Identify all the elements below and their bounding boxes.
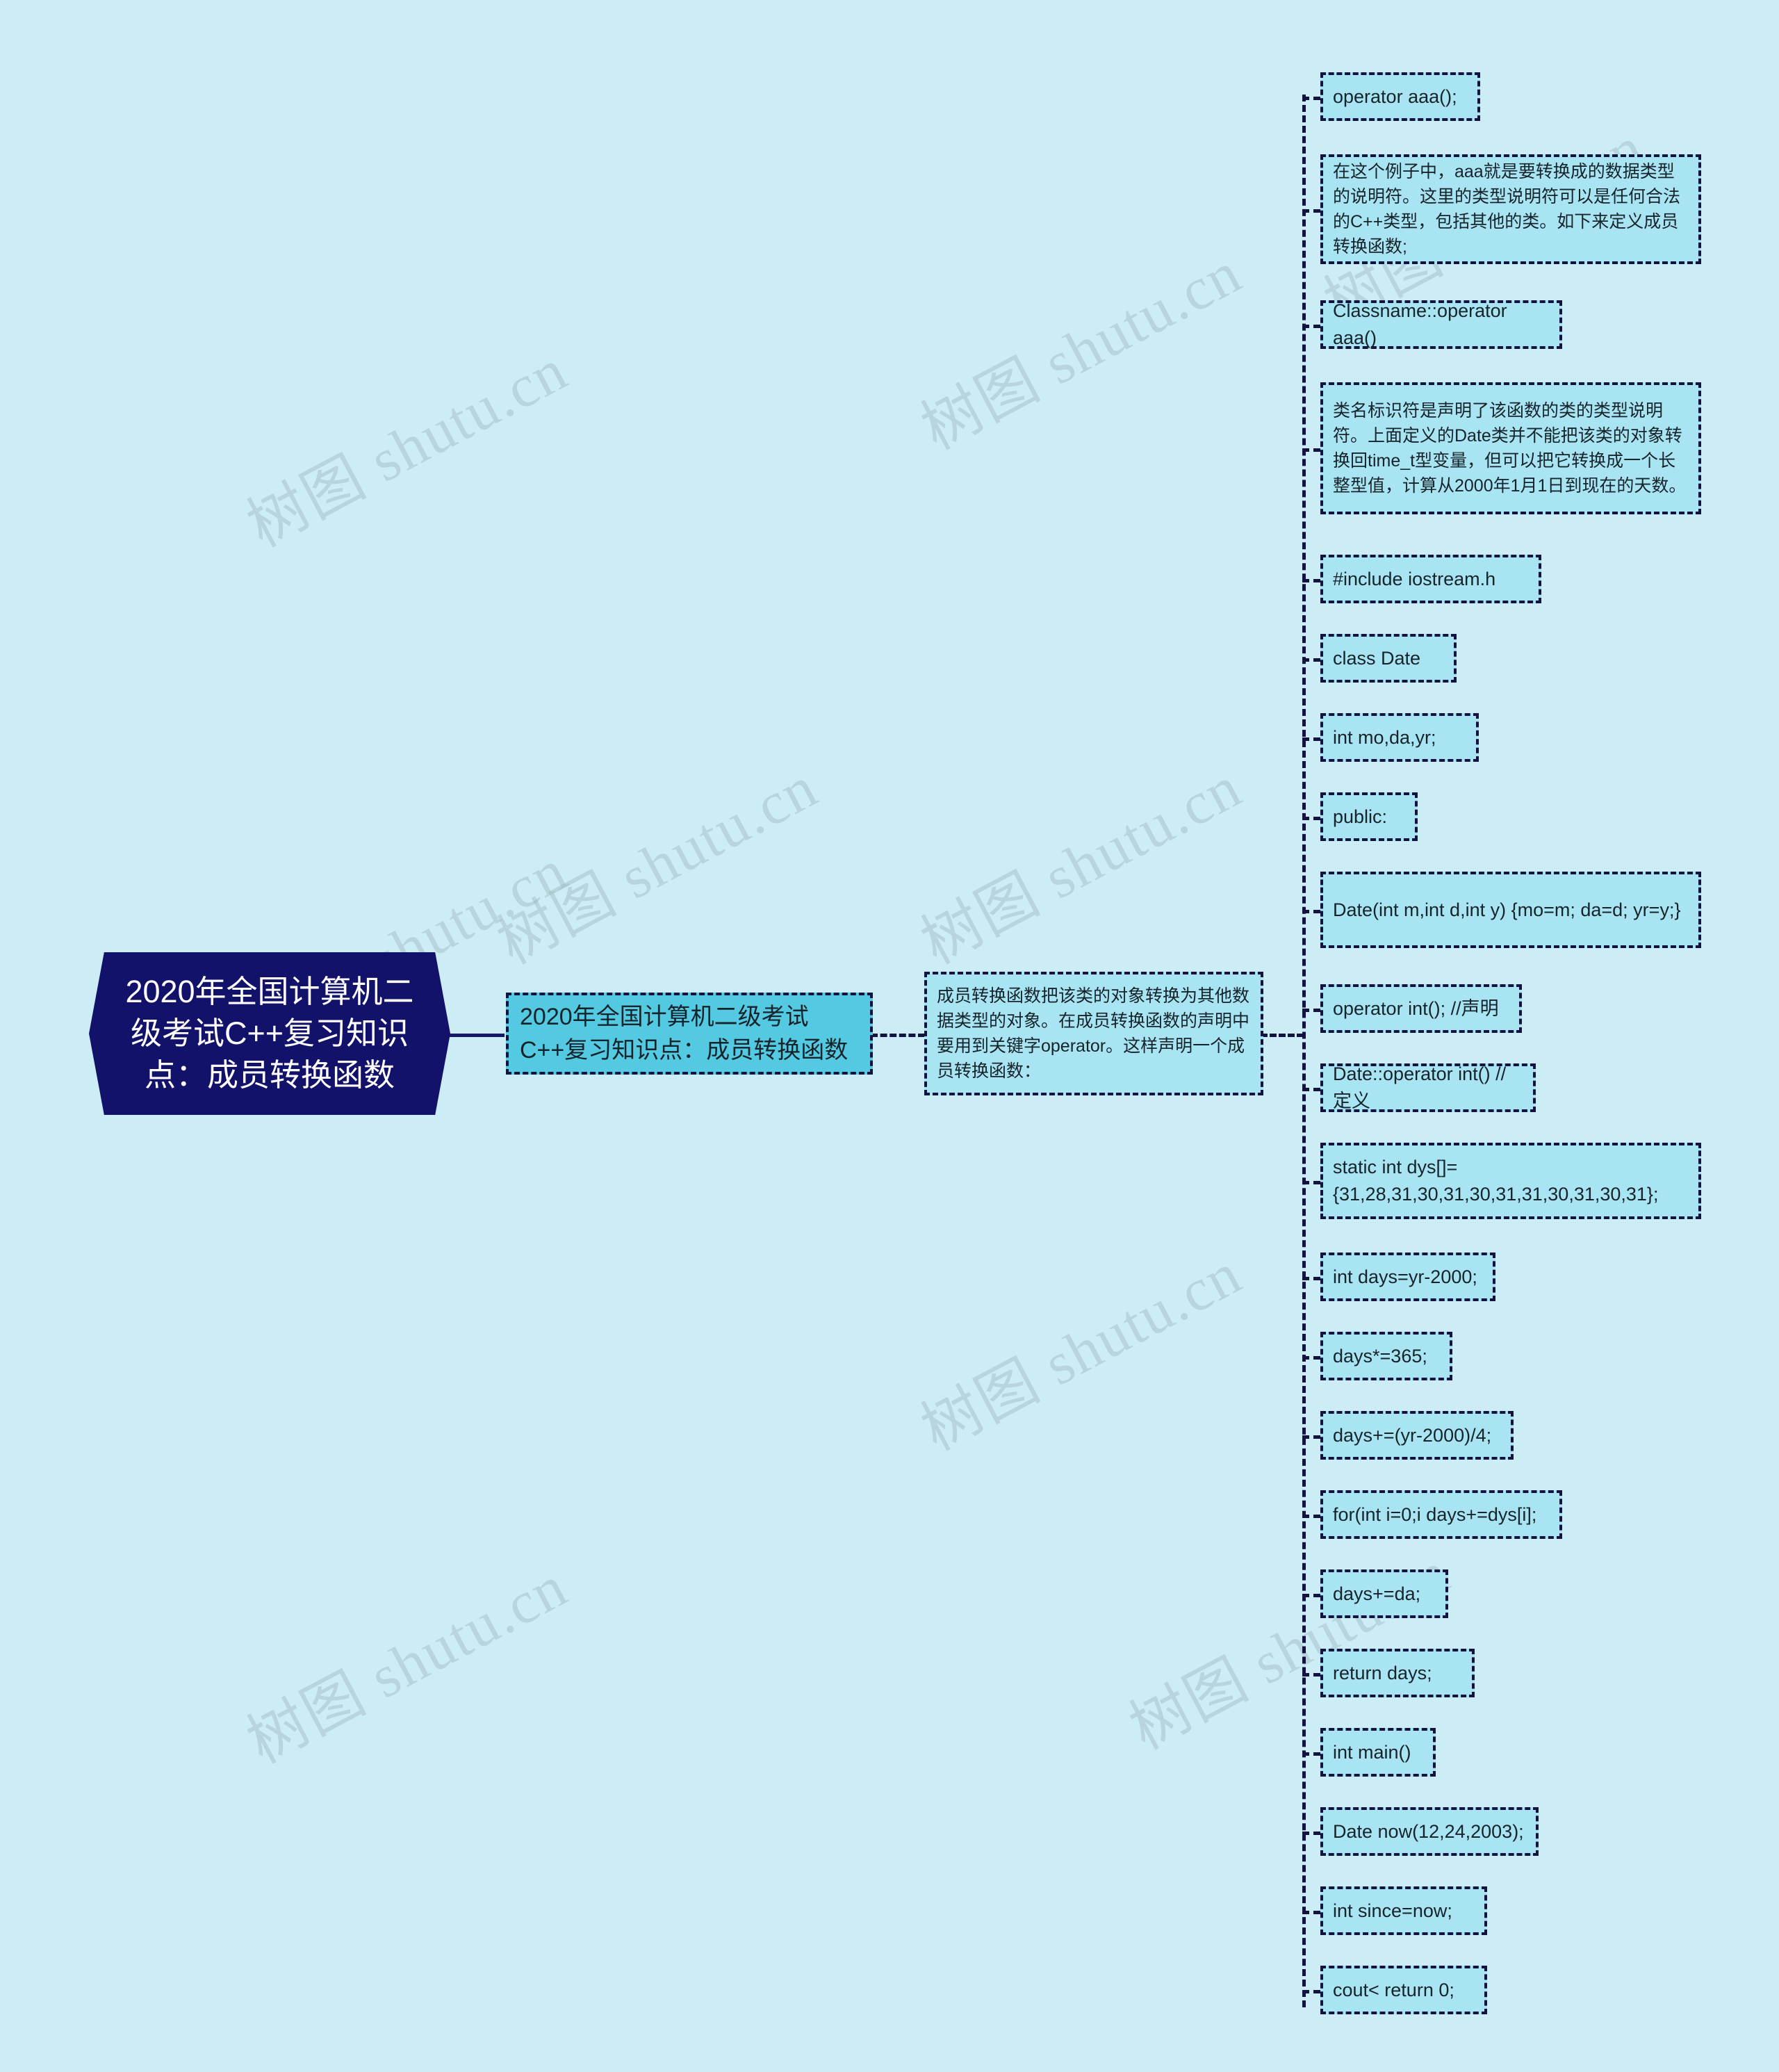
branch-node[interactable]: Date now(12,24,2003);	[1320, 1807, 1539, 1856]
branch-node-label: operator aaa();	[1333, 85, 1457, 107]
branch-node[interactable]: days+=(yr-2000)/4;	[1320, 1411, 1514, 1460]
connector-trunk-to-node	[1302, 1990, 1320, 1993]
branch-node-label: static int dys[]={31,28,31,30,31,30,31,3…	[1333, 1157, 1659, 1205]
branch-node[interactable]: Date::operator int() //定义	[1320, 1063, 1536, 1112]
connector-trunk-to-node	[1302, 1277, 1320, 1280]
branch-node[interactable]: cout< return 0;	[1320, 1966, 1487, 2014]
level3-node-label: 成员转换函数把该类的对象转换为其他数据类型的对象。在成员转换函数的声明中要用到关…	[937, 986, 1250, 1081]
branch-node[interactable]: for(int i=0;i days+=dys[i];	[1320, 1490, 1562, 1539]
level2-node-label: 2020年全国计算机二级考试C++复习知识点：成员转换函数	[520, 1003, 848, 1063]
branch-node[interactable]: int days=yr-2000;	[1320, 1253, 1495, 1301]
branch-node[interactable]: int since=now;	[1320, 1886, 1487, 1935]
connector-trunk-to-node	[1302, 817, 1320, 820]
connector-trunk-to-node	[1302, 1435, 1320, 1439]
connector-trunk-to-node	[1302, 1181, 1320, 1184]
branch-node[interactable]: int main()	[1320, 1728, 1436, 1777]
connector-root-to-level2	[449, 1034, 505, 1037]
connector-trunk-to-node	[1302, 1832, 1320, 1835]
watermark-text: 树图 shutu.cn	[236, 1552, 578, 1777]
branch-node[interactable]: static int dys[]={31,28,31,30,31,30,31,3…	[1320, 1143, 1701, 1219]
connector-level2-to-level3	[871, 1034, 925, 1037]
branch-node-label: Date now(12,24,2003);	[1333, 1820, 1524, 1842]
branch-node[interactable]: days+=da;	[1320, 1569, 1448, 1618]
branch-node[interactable]: operator int(); //声明	[1320, 984, 1522, 1033]
connector-trunk-to-node	[1302, 209, 1320, 213]
branch-node[interactable]: Classname::operator aaa()	[1320, 300, 1562, 349]
level2-node[interactable]: 2020年全国计算机二级考试C++复习知识点：成员转换函数	[506, 993, 873, 1075]
connector-trunk-to-node	[1302, 97, 1320, 100]
branch-node-label: return days;	[1333, 1662, 1432, 1683]
connector-level3-to-trunk	[1261, 1034, 1304, 1037]
connector-trunk-to-node	[1302, 910, 1320, 913]
branch-node-label: Date::operator int() //定义	[1333, 1063, 1507, 1111]
branch-node[interactable]: public:	[1320, 792, 1418, 841]
branch-node-label: days+=(yr-2000)/4;	[1333, 1424, 1492, 1446]
connector-trunk-to-node	[1302, 1752, 1320, 1756]
connector-trunk-to-node	[1302, 325, 1320, 328]
branch-node[interactable]: Date(int m,int d,int y) {mo=m; da=d; yr=…	[1320, 872, 1701, 948]
branch-node[interactable]: #include iostream.h	[1320, 555, 1541, 603]
connector-trunk-to-node	[1302, 658, 1320, 662]
connector-trunk-to-node	[1302, 1009, 1320, 1012]
watermark-text: 树图 shutu.cn	[486, 753, 828, 977]
branch-node-label: class Date	[1333, 647, 1421, 669]
branch-node[interactable]: 在这个例子中，aaa就是要转换成的数据类型的说明符。这里的类型说明符可以是任何合…	[1320, 154, 1701, 264]
watermark-text: 树图 shutu.cn	[236, 336, 578, 560]
branch-node[interactable]: int mo,da,yr;	[1320, 713, 1479, 762]
branch-node[interactable]: class Date	[1320, 634, 1457, 683]
branch-node-label: #include iostream.h	[1333, 568, 1496, 589]
connector-trunk-to-node	[1302, 1356, 1320, 1360]
branch-node-label: days+=da;	[1333, 1583, 1421, 1604]
connector-trunk-to-node	[1302, 1088, 1320, 1091]
connector-trunk-to-node	[1302, 1594, 1320, 1597]
connector-trunk-to-node	[1302, 1515, 1320, 1518]
branch-node-label: cout< return 0;	[1333, 1979, 1454, 2000]
branch-node-label: operator int(); //声明	[1333, 997, 1499, 1019]
branch-node-label: int since=now;	[1333, 1900, 1452, 1921]
branch-node[interactable]: return days;	[1320, 1649, 1475, 1697]
branch-node-label: 类名标识符是声明了该函数的类的类型说明符。上面定义的Date类并不能把该类的对象…	[1333, 401, 1687, 496]
branch-node-label: public:	[1333, 806, 1388, 827]
branch-node[interactable]: days*=365;	[1320, 1332, 1452, 1380]
watermark-text: 树图 shutu.cn	[910, 238, 1252, 463]
root-node-label: 2020年全国计算机二级考试C++复习知识点：成员转换函数	[125, 973, 414, 1093]
connector-trunk-vertical	[1302, 95, 1306, 2007]
branch-node[interactable]: operator aaa();	[1320, 72, 1480, 121]
branch-node-label: int mo,da,yr;	[1333, 726, 1436, 748]
branch-node[interactable]: 类名标识符是声明了该函数的类的类型说明符。上面定义的Date类并不能把该类的对象…	[1320, 382, 1701, 514]
connector-trunk-to-node	[1302, 579, 1320, 582]
branch-node-label: Date(int m,int d,int y) {mo=m; da=d; yr=…	[1333, 899, 1681, 920]
connector-trunk-to-node	[1302, 1911, 1320, 1914]
connector-trunk-to-node	[1302, 1673, 1320, 1677]
connector-trunk-to-node	[1302, 448, 1320, 452]
connector-trunk-to-node	[1302, 737, 1320, 741]
branch-node-label: for(int i=0;i days+=dys[i];	[1333, 1503, 1537, 1525]
watermark-text: 树图 shutu.cn	[910, 753, 1252, 977]
branch-node-label: int main()	[1333, 1741, 1411, 1763]
branch-node-label: days*=365;	[1333, 1345, 1427, 1367]
root-node[interactable]: 2020年全国计算机二级考试C++复习知识点：成员转换函数	[89, 952, 450, 1115]
mindmap-canvas: 树图 shutu.cn 树图 shutu.cn 树图 shutu.cn 树图 shut…	[0, 0, 1779, 2072]
level3-node[interactable]: 成员转换函数把该类的对象转换为其他数据类型的对象。在成员转换函数的声明中要用到关…	[924, 972, 1263, 1095]
watermark-text: 树图 shutu.cn	[910, 1239, 1252, 1464]
branch-node-label: int days=yr-2000;	[1333, 1266, 1477, 1287]
branch-node-label: Classname::operator aaa()	[1333, 300, 1507, 348]
branch-node-label: 在这个例子中，aaa就是要转换成的数据类型的说明符。这里的类型说明符可以是任何合…	[1333, 162, 1681, 256]
